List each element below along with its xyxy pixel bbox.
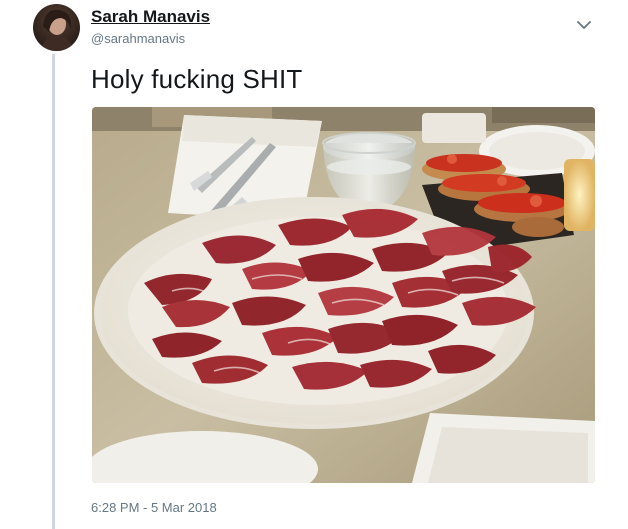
author-handle: @sarahmanavis [91, 31, 186, 46]
tweet-text: Holy fucking SHIT [91, 64, 303, 94]
chevron-down-icon[interactable] [576, 18, 592, 30]
tweet-photo[interactable] [92, 107, 595, 483]
avatar[interactable] [33, 4, 80, 51]
author-name[interactable]: Sarah Manavis [91, 7, 210, 27]
thread-line [52, 54, 55, 529]
tweet-timestamp[interactable]: 6:28 PM - 5 Mar 2018 [91, 500, 217, 515]
